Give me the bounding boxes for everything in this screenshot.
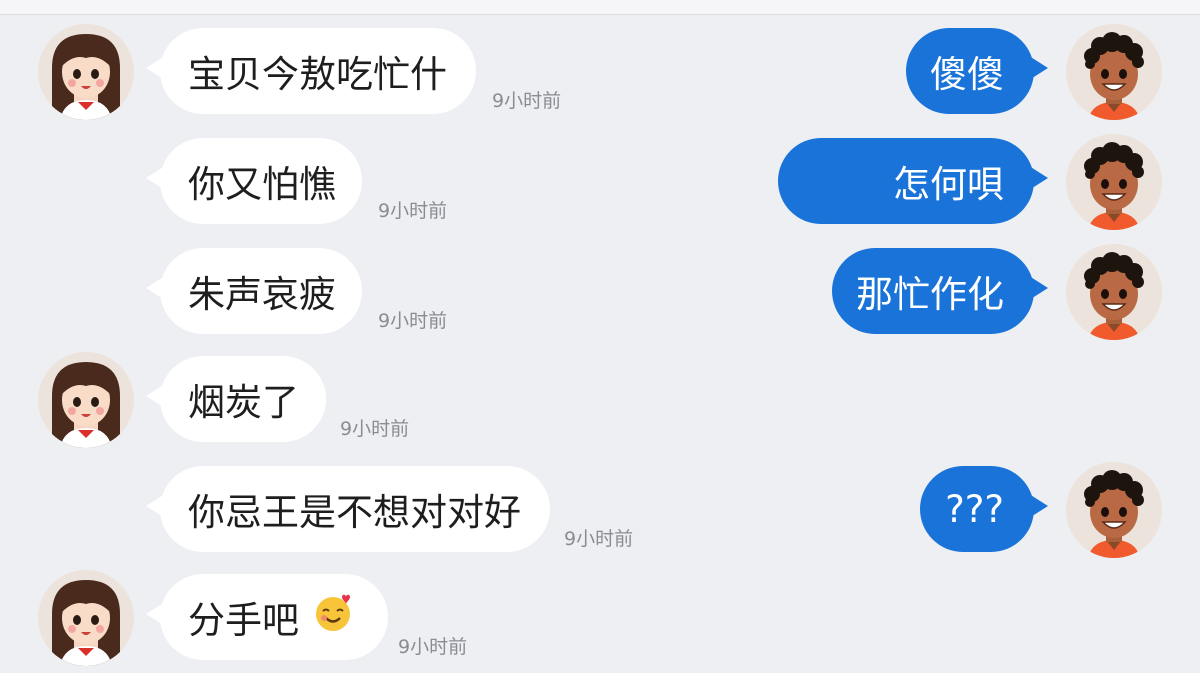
outgoing-message-bubble[interactable]: 怎何唄 [778,138,1048,224]
message-text: 怎何唄 [893,163,1004,206]
message-timestamp: 9小时前 [398,636,468,658]
outgoing-message-bubble[interactable]: ??? [920,466,1048,552]
boy-avatar-icon[interactable] [1066,244,1162,340]
top-bar [0,0,1200,15]
outgoing-message-bubble[interactable]: 那忙作化 [832,248,1048,334]
incoming-message-bubble[interactable]: 你忌王是不想对对好 [146,466,550,552]
boy-avatar-icon[interactable] [1066,462,1162,558]
message-text: 傻傻 [930,53,1004,96]
boy-avatar-icon[interactable] [1066,24,1162,120]
message-text: 你又怕憔 [188,163,336,206]
girl-avatar-icon[interactable] [38,24,134,120]
incoming-message-bubble[interactable]: 分手吧 [146,574,388,660]
girl-avatar-icon[interactable] [38,570,134,666]
message-text: 你忌王是不想对对好 [188,491,521,534]
message-timestamp: 9小时前 [378,200,448,222]
message-text: ??? [945,487,1004,531]
message-timestamp: 9小时前 [492,90,562,112]
message-text: 宝贝今敖吃忙什 [188,53,447,96]
incoming-message-bubble[interactable]: 宝贝今敖吃忙什 [146,28,476,114]
message-text: 朱声哀疲 [188,273,336,316]
boy-avatar-icon[interactable] [1066,134,1162,230]
incoming-message-bubble[interactable]: 你又怕憔 [146,138,362,224]
message-timestamp: 9小时前 [378,310,448,332]
message-text: 分手吧 [188,599,299,642]
message-timestamp: 9小时前 [340,418,410,440]
girl-avatar-icon[interactable] [38,352,134,448]
message-text: 烟炭了 [188,381,299,424]
message-timestamp: 9小时前 [564,528,634,550]
message-text: 那忙作化 [856,273,1004,316]
incoming-message-bubble[interactable]: 朱声哀疲 [146,248,362,334]
incoming-message-bubble[interactable]: 烟炭了 [146,356,326,442]
smiling-face-with-hearts-emoji [313,593,353,642]
outgoing-message-bubble[interactable]: 傻傻 [906,28,1048,114]
